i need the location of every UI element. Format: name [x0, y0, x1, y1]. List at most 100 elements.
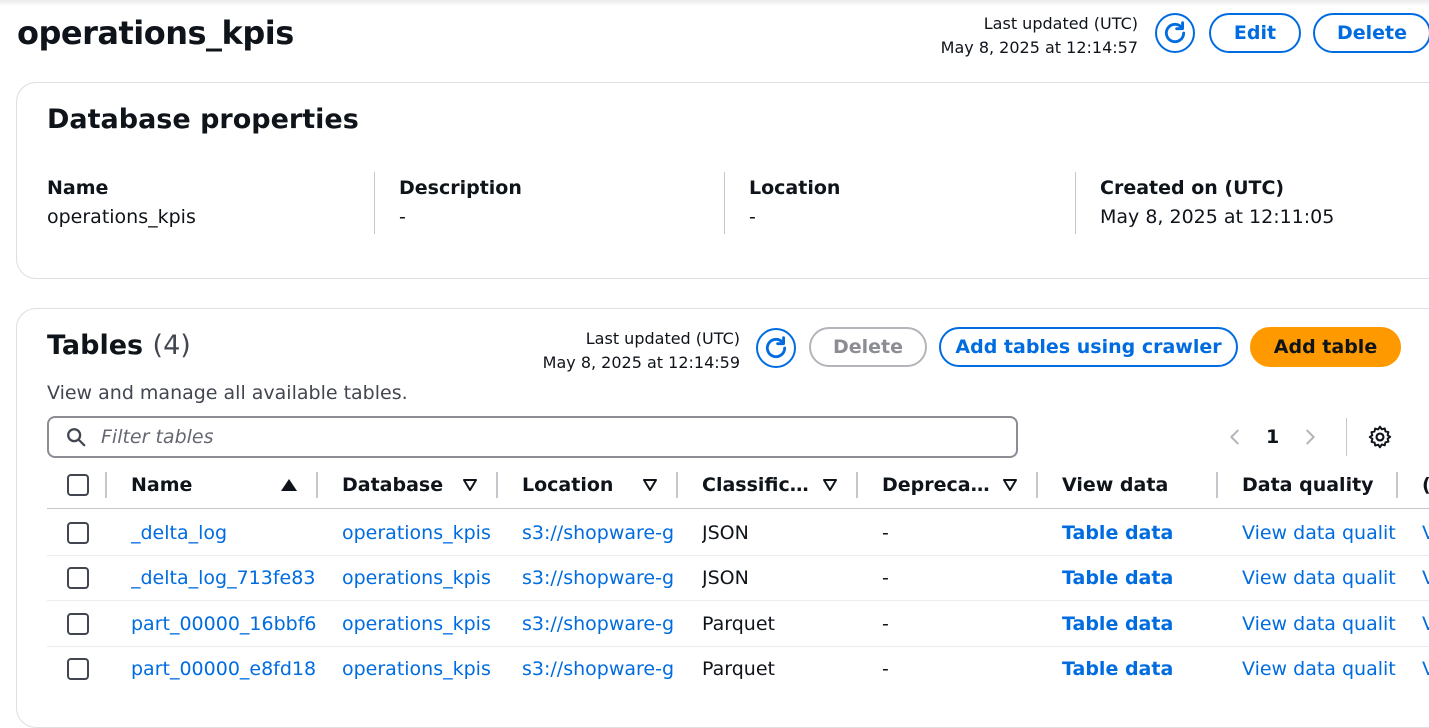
row-checkbox[interactable] — [67, 567, 89, 589]
filter-tables-input[interactable] — [99, 425, 983, 449]
row-checkbox[interactable] — [67, 658, 89, 680]
column-header-label: View data — [1062, 474, 1169, 496]
add-tables-crawler-button[interactable]: Add tables using crawler — [939, 327, 1238, 367]
location-link[interactable]: s3://shopware-g — [522, 610, 677, 638]
table-data-link[interactable]: Table data — [1062, 519, 1217, 547]
property-key: Location — [749, 177, 841, 199]
tables-last-updated-value: May 8, 2025 at 12:14:59 — [542, 353, 740, 372]
row-checkbox[interactable] — [67, 613, 89, 635]
select-all-checkbox[interactable] — [67, 474, 89, 496]
chevron-left-icon[interactable] — [1224, 426, 1246, 448]
view-data-quality-link[interactable]: View data qualit — [1242, 519, 1397, 547]
row-divider — [47, 555, 1429, 556]
column-header-label: Name — [131, 474, 193, 496]
tables-count: (4) — [152, 330, 191, 361]
delete-database-button[interactable]: Delete — [1313, 13, 1429, 53]
column-separator — [105, 472, 107, 498]
view-data-quality-link[interactable]: View data qualit — [1242, 610, 1397, 638]
search-icon — [67, 428, 86, 447]
page-number[interactable]: 1 — [1266, 426, 1279, 448]
column-header-truncated[interactable]: ( — [1422, 468, 1429, 502]
table-data-link[interactable]: Table data — [1062, 610, 1217, 638]
property-divider — [374, 172, 375, 234]
property-value: - — [749, 206, 756, 228]
table-name-link[interactable]: _delta_log — [131, 519, 317, 547]
column-header-classification[interactable]: Classific… — [702, 468, 838, 502]
view-data-quality-link[interactable]: View data qualit — [1242, 564, 1397, 592]
database-link[interactable]: operations_kpis — [342, 519, 497, 547]
row-divider — [47, 600, 1429, 601]
column-header-label: Location — [522, 474, 614, 496]
header-last-updated: Last updated (UTC) May 8, 2025 at 12:14:… — [941, 12, 1138, 60]
column-header-deprecated[interactable]: Depreca… — [882, 468, 1018, 502]
classification-value: Parquet — [702, 658, 775, 680]
column-header-name[interactable]: Name — [131, 468, 297, 502]
sort-descending-icon — [823, 479, 837, 491]
column-separator — [1036, 472, 1038, 498]
column-header-label: Database — [342, 474, 444, 496]
location-link[interactable]: s3://shopware-g — [522, 519, 677, 547]
header-refresh-button[interactable] — [1155, 13, 1195, 53]
property-name: Name operations_kpis — [47, 174, 196, 234]
refresh-icon — [765, 336, 787, 359]
column-separator — [1216, 472, 1218, 498]
table-data-link[interactable]: Table data — [1062, 655, 1217, 683]
add-table-button[interactable]: Add table — [1250, 327, 1401, 367]
column-header-location[interactable]: Location — [522, 468, 658, 502]
truncated-link[interactable]: V — [1422, 519, 1429, 547]
classification-value: Parquet — [702, 613, 775, 635]
pagination: 1 — [1224, 420, 1321, 454]
table-name-link[interactable]: part_00000_16bbf6 — [131, 610, 317, 638]
column-header-label: Depreca… — [882, 474, 990, 496]
row-checkbox[interactable] — [67, 522, 89, 544]
pager-divider — [1346, 418, 1347, 456]
settings-icon[interactable] — [1367, 424, 1393, 450]
column-header-data-quality[interactable]: Data quality — [1242, 468, 1378, 502]
property-value: operations_kpis — [47, 206, 196, 228]
database-properties-title: Database properties — [47, 104, 359, 135]
view-data-quality-link[interactable]: View data qualit — [1242, 655, 1397, 683]
refresh-icon — [1164, 21, 1186, 44]
sort-descending-icon — [463, 479, 477, 491]
header-last-updated-value: May 8, 2025 at 12:14:57 — [940, 38, 1138, 57]
table-data-link[interactable]: Table data — [1062, 564, 1217, 592]
property-divider — [1075, 172, 1076, 234]
table-name-link[interactable]: _delta_log_713fe83 — [131, 564, 317, 592]
edit-button[interactable]: Edit — [1209, 13, 1301, 53]
database-link[interactable]: operations_kpis — [342, 610, 497, 638]
column-header-label: ( — [1422, 474, 1429, 496]
column-header-database[interactable]: Database — [342, 468, 478, 502]
table-header-divider — [47, 508, 1429, 509]
truncated-link[interactable]: V — [1422, 564, 1429, 592]
database-link[interactable]: operations_kpis — [342, 564, 497, 592]
column-header-label: Data quality — [1242, 474, 1374, 496]
classification-value: JSON — [702, 522, 749, 544]
column-separator — [856, 472, 858, 498]
header-last-updated-label: Last updated (UTC) — [983, 14, 1138, 33]
location-link[interactable]: s3://shopware-g — [522, 564, 677, 592]
property-key: Created on (UTC) — [1100, 177, 1285, 199]
tables-title: Tables — [47, 330, 144, 361]
column-header-view-data[interactable]: View data — [1062, 468, 1198, 502]
delete-table-button[interactable]: Delete — [809, 327, 927, 367]
filter-tables-input-wrapper[interactable] — [47, 416, 1018, 458]
tables-last-updated-label: Last updated (UTC) — [585, 329, 740, 348]
sort-ascending-icon — [281, 479, 297, 491]
location-link[interactable]: s3://shopware-g — [522, 655, 677, 683]
property-value: - — [399, 206, 406, 228]
property-value: May 8, 2025 at 12:11:05 — [1100, 206, 1335, 228]
column-separator — [676, 472, 678, 498]
tables-refresh-button[interactable] — [756, 328, 796, 368]
truncated-link[interactable]: V — [1422, 610, 1429, 638]
property-divider — [724, 172, 725, 234]
page-title: operations_kpis — [17, 14, 294, 52]
property-key: Name — [47, 177, 109, 199]
deprecated-value: - — [882, 613, 889, 635]
database-link[interactable]: operations_kpis — [342, 655, 497, 683]
property-key: Description — [399, 177, 522, 199]
truncated-link[interactable]: V — [1422, 655, 1429, 683]
tables-description: View and manage all available tables. — [47, 382, 408, 404]
table-name-link[interactable]: part_00000_e8fd18 — [131, 655, 317, 683]
column-separator — [1396, 472, 1398, 498]
chevron-right-icon[interactable] — [1299, 426, 1321, 448]
